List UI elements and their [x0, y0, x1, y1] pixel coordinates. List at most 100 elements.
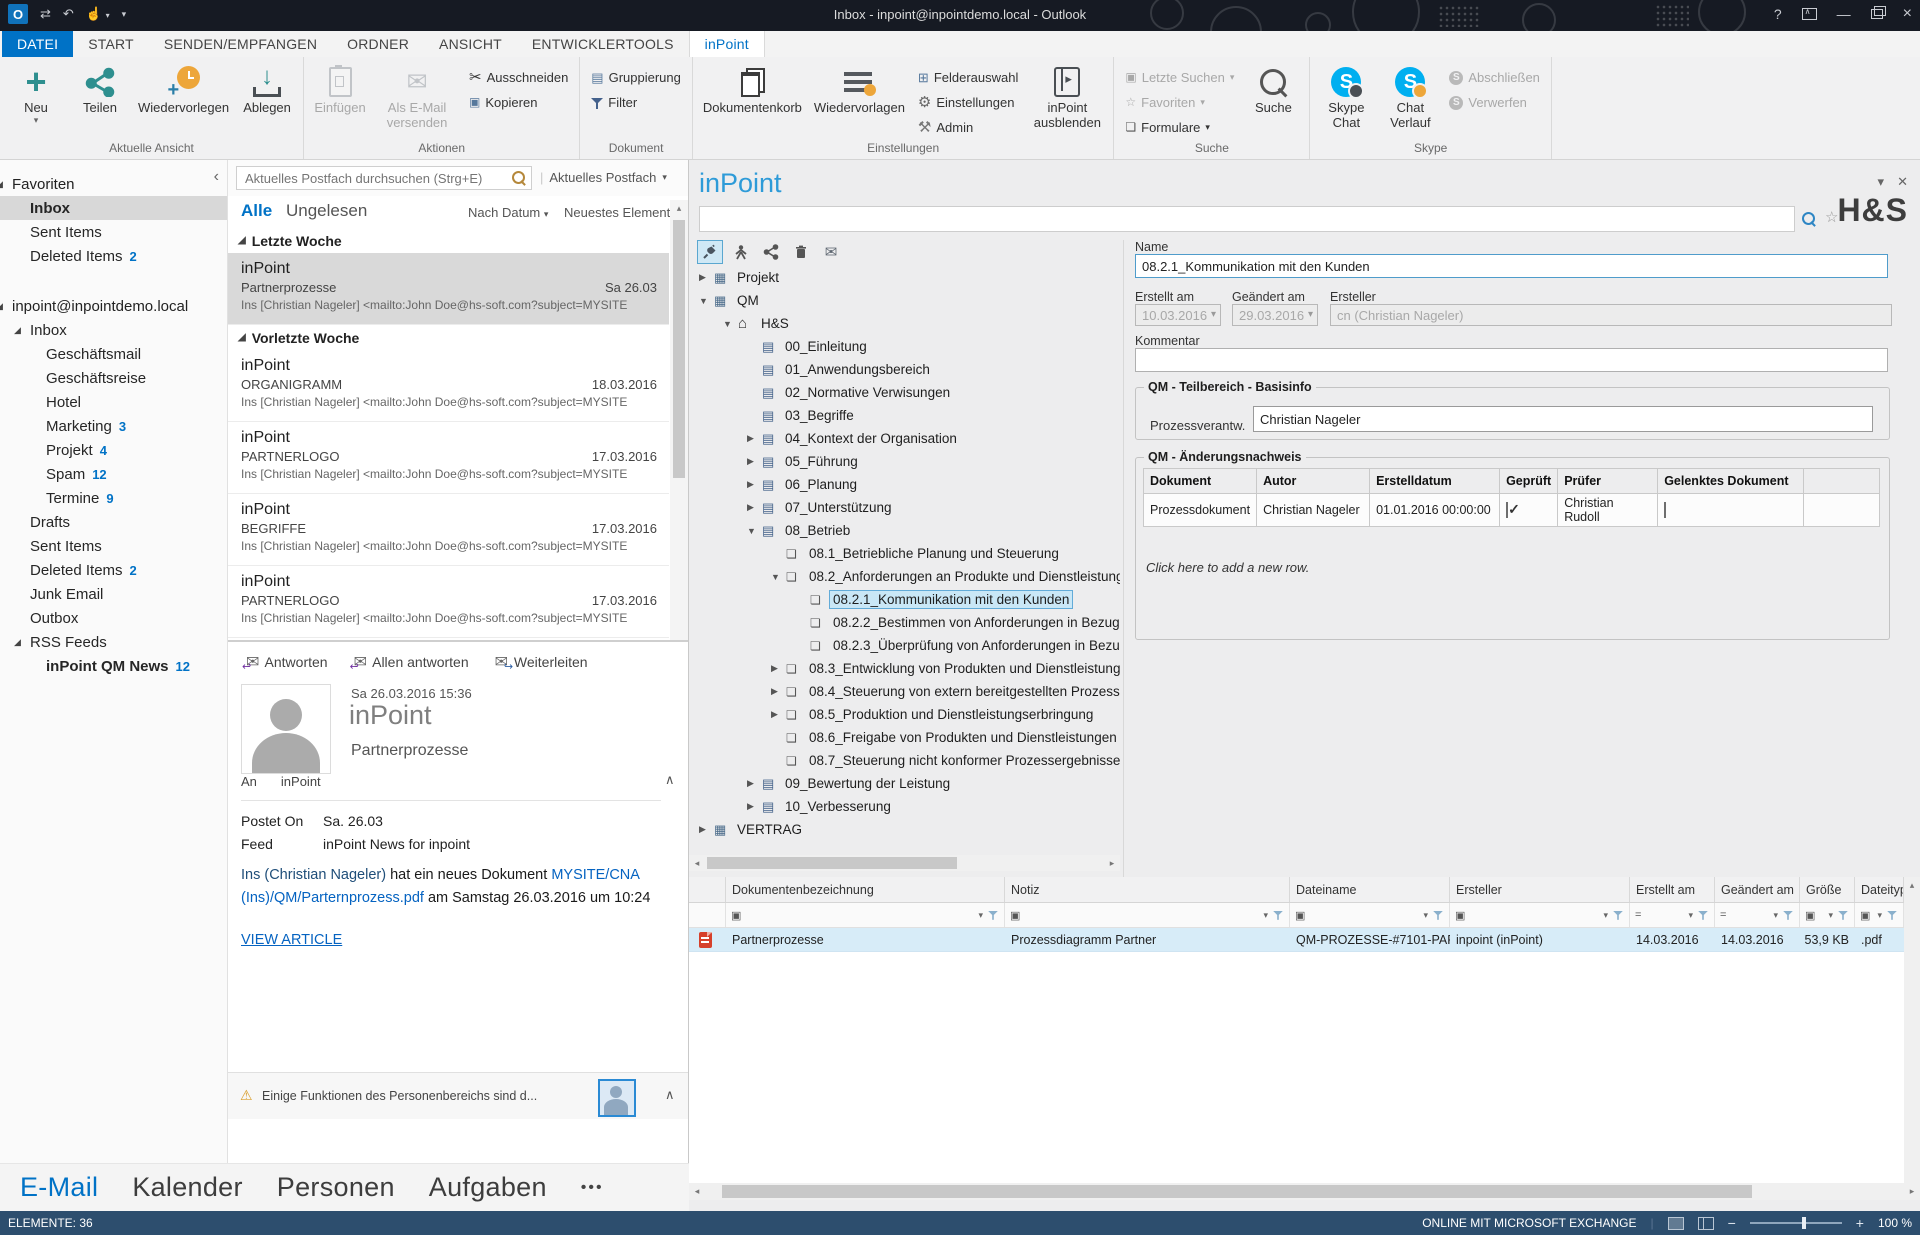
column-header[interactable]: Erstellt am [1630, 877, 1715, 902]
sidebar-item[interactable]: Spam 12 [0, 462, 227, 486]
tree-exp-icon[interactable]: ▼ [723, 319, 738, 329]
column-header[interactable] [689, 877, 726, 902]
comment-field[interactable] [1135, 348, 1888, 372]
inpoint-filter-input[interactable] [699, 206, 1795, 232]
sidebar-item[interactable]: ◢ RSS Feeds [0, 630, 227, 654]
skype-chat-button[interactable]: S Skype Chat [1315, 61, 1377, 132]
file-away-button[interactable]: ↓ Ablegen [236, 61, 298, 118]
mail-list-scrollbar[interactable]: ▴ [670, 200, 688, 640]
nav-item[interactable]: Personen [277, 1172, 395, 1203]
search-scope-dropdown[interactable]: | Aktuelles Postfach ▾ [540, 170, 667, 185]
ribbon-tab[interactable]: START [73, 31, 149, 57]
column-header[interactable]: Prüfer [1557, 468, 1659, 494]
sidebar-item[interactable]: Outbox [0, 606, 227, 630]
tree-item[interactable]: ▼ ▤ 08_Betrieb [689, 519, 1120, 542]
sidebar-item[interactable]: Junk Email [0, 582, 227, 606]
connection-status[interactable]: ONLINE MIT MICROSOFT EXCHANGE [1422, 1216, 1636, 1230]
name-field[interactable] [1135, 254, 1888, 278]
new-button[interactable]: + Neu ▾ [5, 61, 67, 126]
restore-button[interactable] [1870, 6, 1886, 19]
tree-item[interactable]: ▶ ▦ VERTRAG [689, 818, 1120, 841]
ribbon-tab[interactable]: ENTWICKLERTOOLS [517, 31, 689, 57]
chevron-down-icon[interactable]: ▾ [1773, 910, 1778, 921]
cut-button[interactable]: ✂ Ausschneiden [463, 65, 574, 90]
filter-cell[interactable]: = ▾ [1630, 903, 1715, 927]
ribbon-tab[interactable]: ORDNER [332, 31, 424, 57]
chevron-down-icon[interactable]: ▾ [978, 910, 983, 921]
ribbon-tab[interactable]: SENDEN/EMPFANGEN [149, 31, 332, 57]
sidebar-item[interactable]: Termine 9 [0, 486, 227, 510]
tree-item[interactable]: ▶ ▤ 07_Unterstützung [689, 496, 1120, 519]
sidebar-item[interactable]: Sent Items [0, 220, 227, 244]
column-header[interactable]: Dateityp [1855, 877, 1904, 902]
filter-button[interactable]: Filter [585, 90, 687, 115]
sidebar-item[interactable]: ◢ Favoriten [0, 172, 227, 196]
list-item[interactable]: inPoint PARTNERLOGO 17.03.2016 Ins [Chris… [228, 422, 669, 494]
share-icon[interactable] [759, 241, 783, 263]
chevron-up-icon[interactable]: ∧ [665, 772, 675, 788]
panel-collapse-icon[interactable]: ▾ [1877, 174, 1884, 190]
filter-cell[interactable]: ▣ ▾ [1800, 903, 1855, 927]
filter-icon[interactable] [1838, 910, 1848, 920]
ribbon-tab[interactable]: inPoint [688, 30, 765, 57]
list-item[interactable]: inPoint BEGRIFFE 17.03.2016 Ins [Christia… [228, 494, 669, 566]
zoom-slider[interactable] [1749, 1217, 1842, 1229]
tree-item[interactable]: ▤ 01_Anwendungsbereich [689, 358, 1120, 381]
filter-cell[interactable]: ▣ ▾ [1290, 903, 1450, 927]
ribbon-tab[interactable]: ANSICHT [424, 31, 517, 57]
tree-item[interactable]: ▶ ▤ 06_Planung [689, 473, 1120, 496]
sidebar-item[interactable]: Deleted Items 2 [0, 558, 227, 582]
tree-col-icon[interactable]: ▶ [747, 479, 762, 490]
touch-mode-icon[interactable]: ☝ ▾ [86, 6, 110, 22]
filter-cell[interactable]: = ▾ [1715, 903, 1800, 927]
tree-item[interactable]: ▶ ▤ 04_Kontext der Organisation [689, 427, 1120, 450]
connect-icon[interactable] [697, 240, 723, 264]
column-header[interactable]: Größe [1800, 877, 1855, 902]
forward-button[interactable]: ✉ ↪ Weiterleiten [495, 652, 588, 673]
sidebar-item[interactable]: Deleted Items 2 [0, 244, 227, 268]
layout-normal-icon[interactable] [1667, 1216, 1684, 1230]
copy-button[interactable]: ▣ Kopieren [463, 90, 574, 115]
reply-all-button[interactable]: ✉ ↩ Allen antworten [350, 652, 469, 673]
forms-button[interactable]: ❏ Formulare ▾ [1119, 115, 1240, 140]
documents-horizontal-scrollbar[interactable]: ◂ ▸ [689, 1183, 1920, 1200]
sidebar-item[interactable]: Projekt 4 [0, 438, 227, 462]
sidebar-item[interactable]: Hotel [0, 390, 227, 414]
column-header[interactable]: Dateiname [1290, 877, 1450, 902]
chat-history-button[interactable]: S Chat Verlauf [1379, 61, 1441, 132]
sort-by-dropdown[interactable]: Nach Datum ▾ [468, 205, 548, 220]
column-header[interactable]: Ersteller [1450, 877, 1630, 902]
hide-inpoint-button[interactable]: inPoint ausblenden [1026, 61, 1108, 132]
grouping-button[interactable]: ▤ Gruppierung [585, 65, 687, 90]
tree-item[interactable]: ❏ 08.2.2_Bestimmen von Anforderungen in … [689, 611, 1120, 634]
tree-col-icon[interactable]: ▶ [747, 502, 762, 513]
zoom-out-button[interactable]: − [1728, 1215, 1736, 1231]
layout-reading-icon[interactable] [1697, 1216, 1714, 1230]
tree-col-icon[interactable]: ▶ [747, 778, 762, 789]
tree-item[interactable]: ❏ 08.7_Steuerung nicht konformer Prozess… [689, 749, 1120, 772]
column-header[interactable]: Gelenktes Dokument [1657, 468, 1805, 494]
zoom-level[interactable]: 100 % [1878, 1216, 1912, 1230]
column-header[interactable]: Dokument [1142, 468, 1258, 494]
tree-col-icon[interactable]: ▶ [771, 663, 786, 674]
filter-cell[interactable]: ▣ ▾ [1450, 903, 1630, 927]
tree-item[interactable]: ❏ 08.2.3_Überprüfung von Anforderungen i… [689, 634, 1120, 657]
sidebar-item[interactable] [0, 268, 227, 294]
reply-button[interactable]: ✉ ↩ Antworten [242, 652, 328, 673]
tree-item[interactable]: ❏ 08.6_Freigabe von Produkten und Dienst… [689, 726, 1120, 749]
sidebar-item[interactable]: Geschäftsmail [0, 342, 227, 366]
filter-icon[interactable] [1433, 910, 1443, 920]
help-button[interactable]: ? [1774, 6, 1782, 22]
process-owner-field[interactable] [1253, 406, 1873, 432]
tree-item[interactable]: ▤ 03_Begriffe [689, 404, 1120, 427]
column-header[interactable]: Geändert am [1715, 877, 1800, 902]
sidebar-item[interactable]: Sent Items [0, 534, 227, 558]
chevron-down-icon[interactable]: ▾ [1423, 910, 1428, 921]
sidebar-item[interactable]: Inbox [0, 196, 227, 220]
star-icon[interactable]: ☆ [1825, 208, 1838, 226]
tree-item[interactable]: ▤ 00_Einleitung [689, 335, 1120, 358]
resubmissions-button[interactable]: Wiedervorlagen [809, 61, 910, 118]
settings-button[interactable]: ⚙ Einstellungen [912, 90, 1024, 115]
undo-icon[interactable]: ↶ [63, 6, 74, 22]
customize-quick-access-icon[interactable]: ▾ [122, 9, 127, 20]
